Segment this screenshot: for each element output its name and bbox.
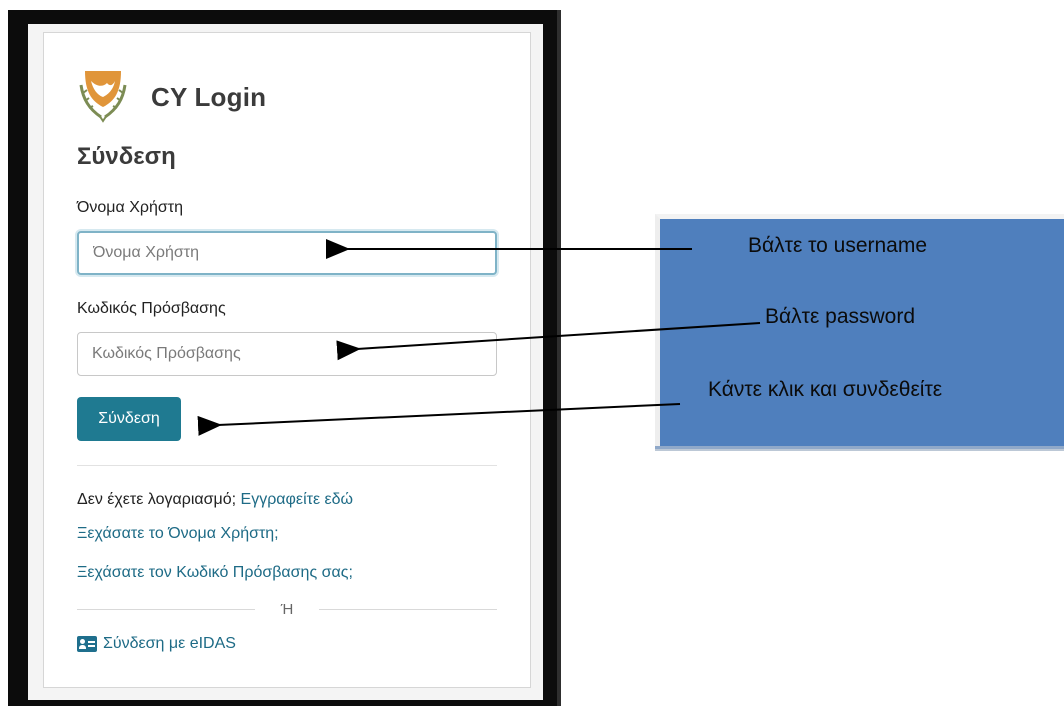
annotation-arrows xyxy=(197,239,761,436)
password-arrow xyxy=(336,322,761,361)
submit-arrow xyxy=(197,403,681,436)
